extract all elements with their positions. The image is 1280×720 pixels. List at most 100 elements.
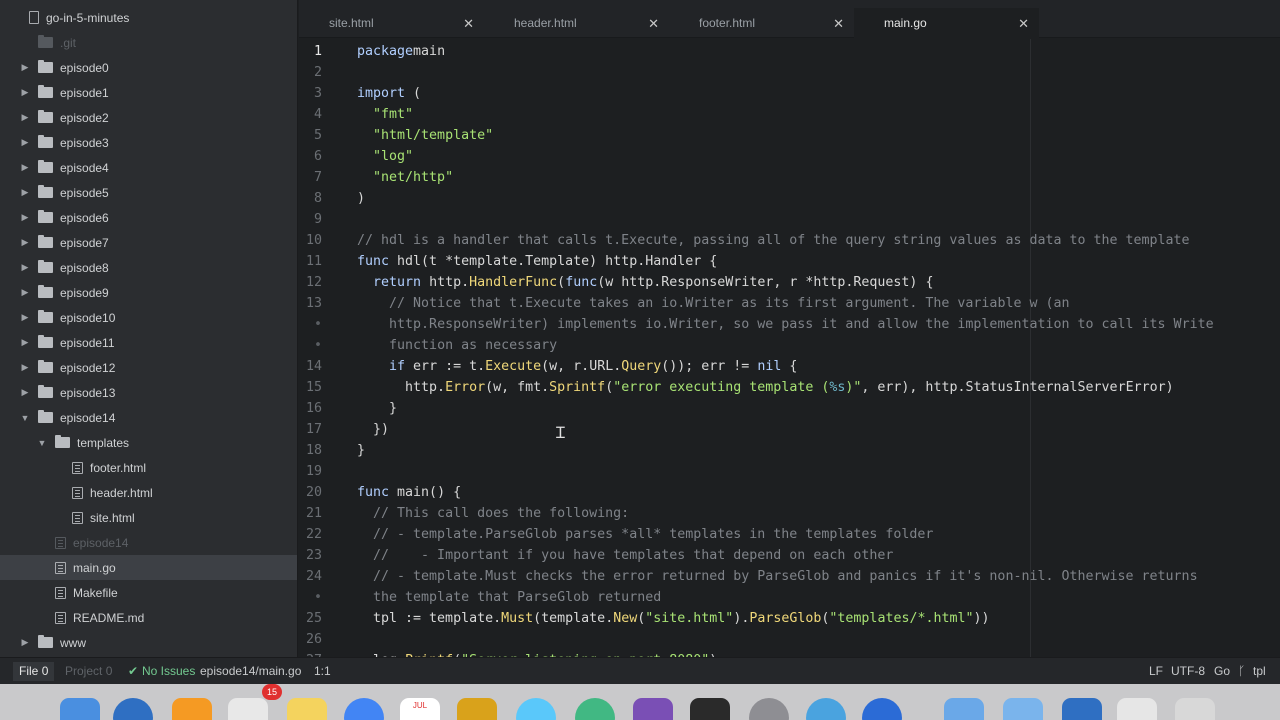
chevron-right-icon[interactable]: ▶ [20,187,30,198]
project-root[interactable]: go-in-5-minutes [0,5,297,30]
notes-icon[interactable] [287,698,327,720]
chevron-right-icon[interactable]: ▶ [20,212,30,223]
chevron-right-icon[interactable]: ▶ [20,312,30,323]
tree-item[interactable]: site.html [0,505,297,530]
code-line[interactable]: // This call does the following: [357,503,629,524]
globe-icon[interactable] [862,698,902,720]
code-line[interactable]: // - template.Must checks the error retu… [357,566,1198,587]
tree-item[interactable]: ▶ episode5 [0,180,297,205]
tree-item[interactable]: Makefile [0,580,297,605]
1password-icon[interactable] [113,698,153,720]
code-line[interactable]: func main() { [357,482,461,503]
tab-main-go[interactable]: main.go ✕ [854,8,1039,38]
maps-icon[interactable] [806,698,846,720]
code-line[interactable]: import ( [357,83,421,104]
chevron-right-icon[interactable]: ▶ [20,237,30,248]
documents-folder-icon[interactable] [1003,698,1043,720]
code-line[interactable]: log.Printf("Server listening on port 808… [357,650,717,657]
tree-item[interactable]: ▶ episode8 [0,255,297,280]
code-line[interactable]: packagemain [357,41,445,62]
code-line[interactable]: } [357,398,397,419]
chevron-right-icon[interactable]: ▶ [20,287,30,298]
code-line[interactable]: the template that ParseGlob returned [357,587,661,608]
code-line[interactable]: tpl := template.Must(template.New("site.… [357,608,990,629]
tree-item[interactable]: ▶ episode9 [0,280,297,305]
code-line[interactable]: "html/template" [357,125,493,146]
chrome-icon[interactable] [344,698,384,720]
code-line[interactable]: function as necessary [357,335,557,356]
chevron-right-icon[interactable]: ▶ [20,337,30,348]
tree-item[interactable]: ▼ templates [0,430,297,455]
chevron-right-icon[interactable]: ▶ [20,87,30,98]
tree-item[interactable]: ▼ episode14 [0,405,297,430]
tree-item[interactable]: ▶ episode10 [0,305,297,330]
tree-item[interactable]: ▶ episode3 [0,130,297,155]
code-line[interactable]: // - Important if you have templates tha… [357,545,893,566]
chevron-right-icon[interactable]: ▶ [20,137,30,148]
close-icon[interactable]: ✕ [1018,16,1029,32]
chevron-right-icon[interactable]: ▶ [20,362,30,373]
chevron-right-icon[interactable]: ▶ [20,162,30,173]
file-issues-tab[interactable]: File 0 [13,662,55,681]
system-preferences-icon[interactable] [749,698,789,720]
chevron-down-icon[interactable]: ▼ [37,438,47,448]
folder-icon[interactable] [944,698,984,720]
preview-icon[interactable] [1117,698,1157,720]
close-icon[interactable]: ✕ [463,16,474,32]
tree-item[interactable]: episode14 [0,530,297,555]
amazon-icon[interactable] [172,698,212,720]
github-icon[interactable] [633,698,673,720]
chevron-right-icon[interactable]: ▶ [20,637,30,648]
tree-item[interactable]: ▶ episode12 [0,355,297,380]
git-branch[interactable]: tpl [1253,664,1266,678]
sketch-icon[interactable] [457,698,497,720]
tree-item[interactable]: main.go [0,555,297,580]
file-path[interactable]: episode14/main.go [200,664,301,678]
tree-item[interactable]: ▶ www [0,630,297,655]
code-line[interactable]: ) [357,188,365,209]
grammar[interactable]: Go [1214,664,1230,678]
tree-item[interactable]: header.html [0,480,297,505]
encoding[interactable]: UTF-8 [1171,664,1205,678]
close-icon[interactable]: ✕ [648,16,659,32]
close-icon[interactable]: ✕ [833,16,844,32]
tree-item[interactable]: ▶ episode11 [0,330,297,355]
code-line[interactable]: // - template.ParseGlob parses *all* tem… [357,524,933,545]
code-line[interactable]: // hdl is a handler that calls t.Execute… [357,230,1190,251]
chevron-right-icon[interactable]: ▶ [20,112,30,123]
trash-icon[interactable] [1175,698,1215,720]
code-line[interactable]: "net/http" [357,167,453,188]
tree-item[interactable]: ▶ episode2 [0,105,297,130]
linter-status[interactable]: No Issues [142,664,195,678]
tree-item[interactable]: README.md [0,605,297,630]
tree-item[interactable]: ▶ episode13 [0,380,297,405]
chevron-down-icon[interactable]: ▼ [20,413,30,423]
code-line[interactable]: http.ResponseWriter) implements io.Write… [357,314,1214,335]
code-editor[interactable]: 1 2 3 4 5 6 7 8 9 10 11 12 13 • • 14 15 16 17 18 19 20 21 22 23 2… [299,39,1280,657]
cursor-position[interactable]: 1:1 [314,664,331,678]
tree-item[interactable]: ▶ episode1 [0,80,297,105]
chevron-right-icon[interactable]: ▶ [20,387,30,398]
tree-view[interactable]: go-in-5-minutes .git ▶ episode0 ▶ episode1 ▶ e… [0,0,298,657]
code-line[interactable]: "log" [357,146,413,167]
code-line[interactable]: func hdl(t *template.Template) http.Hand… [357,251,717,272]
tree-item[interactable]: .git [0,30,297,55]
calendar-icon[interactable]: JUL [400,698,440,720]
code-line[interactable]: return http.HandlerFunc(func(w http.Resp… [357,272,933,293]
finder-icon[interactable] [60,698,100,720]
project-issues-tab[interactable]: Project 0 [59,662,118,681]
tree-item[interactable]: ▶ episode7 [0,230,297,255]
code-line[interactable]: } [357,440,365,461]
terminal-icon[interactable] [690,698,730,720]
tab-footer-html[interactable]: footer.html ✕ [669,8,854,38]
tab-site-html[interactable]: site.html ✕ [299,8,484,38]
atom-icon[interactable] [575,698,615,720]
code-line[interactable]: // Notice that t.Execute takes an io.Wri… [357,293,1069,314]
code-line[interactable]: http.Error(w, fmt.Sprintf("error executi… [357,377,1174,398]
code-line[interactable]: if err := t.Execute(w, r.URL.Query()); e… [357,356,797,377]
tree-item[interactable]: footer.html [0,455,297,480]
tree-item[interactable]: ▶ episode4 [0,155,297,180]
chevron-right-icon[interactable]: ▶ [20,262,30,273]
tree-item[interactable]: ▶ episode0 [0,55,297,80]
messages-icon[interactable] [516,698,556,720]
